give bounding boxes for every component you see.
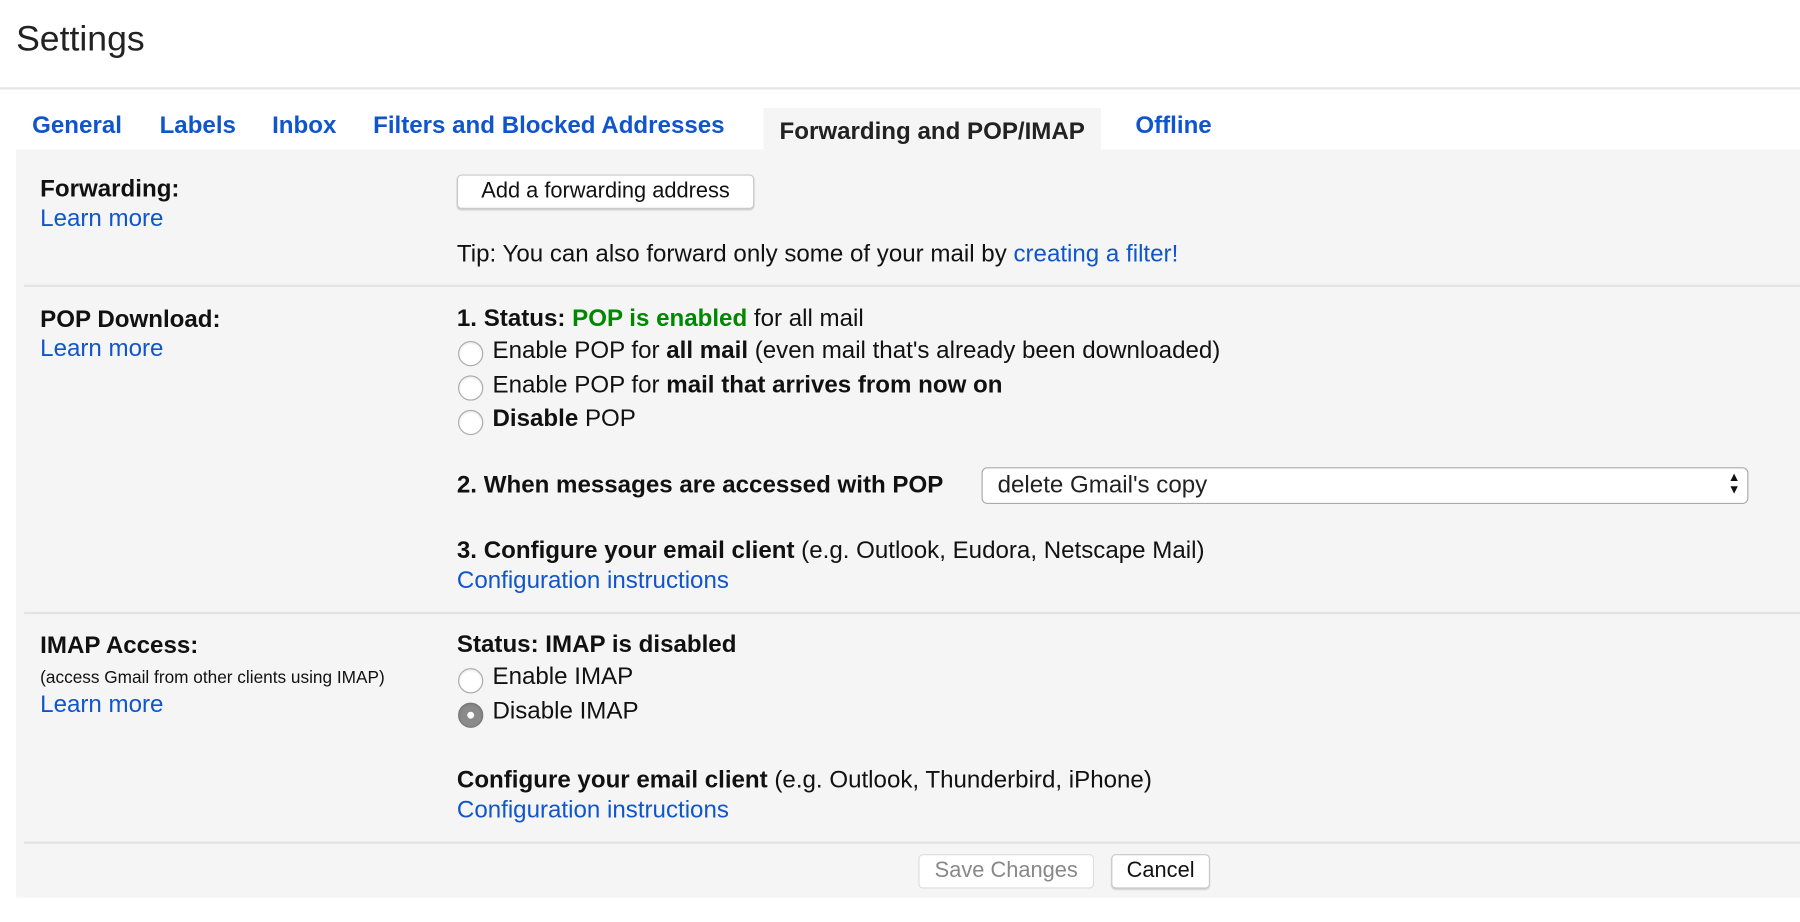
option-bold-text: Disable (492, 405, 579, 432)
configure-examples: (e.g. Outlook, Eudora, Netscape Mail) (794, 537, 1205, 564)
configure-bold: 3. Configure your email client (456, 537, 795, 564)
tab-inbox[interactable]: Inbox (272, 113, 336, 141)
select-arrows-icon: ▲ ▼ (1727, 470, 1741, 498)
imap-learn-more-link[interactable]: Learn more (40, 691, 163, 719)
forwarding-label: Forwarding: (40, 175, 180, 203)
tab-forwarding-pop-imap[interactable]: Forwarding and POP/IMAP (763, 107, 1101, 150)
configure-examples: (e.g. Outlook, Thunderbird, iPhone) (767, 766, 1152, 794)
tab-labels[interactable]: Labels (160, 113, 236, 141)
imap-sublabel: (access Gmail from other clients using I… (40, 668, 385, 688)
pop-access-label: 2. When messages are accessed with POP (456, 471, 944, 499)
creating-filter-link[interactable]: creating a filter! (1013, 241, 1178, 267)
tab-filters[interactable]: Filters and Blocked Addresses (373, 113, 724, 141)
imap-configure-text: Configure your email client (e.g. Outloo… (457, 767, 1152, 795)
imap-disable-radio[interactable] (458, 702, 484, 728)
pop-status-suffix: for all mail (747, 305, 864, 332)
imap-enable-label[interactable]: Enable IMAP (492, 664, 633, 692)
option-text: Enable POP for (492, 337, 667, 364)
pop-disable-label[interactable]: Disable POP (492, 405, 635, 433)
pop-status: 1. Status: POP is enabled for all mail (457, 305, 864, 333)
header-divider (0, 87, 1800, 90)
pop-learn-more-link[interactable]: Learn more (40, 335, 163, 363)
imap-disable-label[interactable]: Disable IMAP (492, 698, 638, 726)
pop-configuration-instructions-link[interactable]: Configuration instructions (457, 567, 729, 595)
pop-configure-text: 3. Configure your email client (e.g. Out… (457, 537, 1205, 565)
section-divider (24, 611, 1800, 615)
tab-offline[interactable]: Offline (1135, 113, 1211, 141)
imap-access-label: IMAP Access: (40, 632, 199, 659)
cancel-button[interactable]: Cancel (1111, 854, 1210, 889)
option-bold-text: mail that arrives from now on (666, 371, 1003, 399)
option-bold-text: all mail (666, 337, 749, 364)
pop-disable-radio[interactable] (458, 409, 484, 436)
section-divider (24, 841, 1800, 844)
imap-status: Status: IMAP is disabled (456, 631, 737, 658)
tip-text: Tip: You can also forward only some of y… (456, 241, 1014, 268)
pop-action-select[interactable]: delete Gmail's copy ▲ ▼ (981, 467, 1749, 504)
pop-all-mail-radio[interactable] (458, 340, 484, 367)
pop-status-value: POP is enabled (572, 305, 748, 332)
forwarding-tip: Tip: You can also forward only some of y… (457, 241, 1178, 269)
pop-from-now-label[interactable]: Enable POP for mail that arrives from no… (492, 372, 1002, 400)
forwarding-learn-more-link[interactable]: Learn more (40, 205, 163, 233)
configure-bold: Configure your email client (456, 766, 768, 794)
tab-general[interactable]: General (32, 113, 122, 141)
pop-action-value: delete Gmail's copy (997, 471, 1208, 499)
save-changes-button[interactable]: Save Changes (918, 854, 1095, 889)
pop-status-prefix: 1. Status: (456, 305, 573, 332)
option-text: Enable POP for (492, 371, 667, 399)
page-title: Settings (16, 18, 145, 59)
option-text: (even mail that's already been downloade… (748, 337, 1221, 364)
imap-configuration-instructions-link[interactable]: Configuration instructions (457, 797, 729, 825)
pop-download-label: POP Download: (40, 306, 221, 333)
option-text: POP (578, 405, 636, 432)
pop-all-mail-label[interactable]: Enable POP for all mail (even mail that'… (492, 338, 1220, 366)
imap-enable-radio[interactable] (458, 668, 484, 694)
section-divider (24, 284, 1800, 287)
pop-from-now-radio[interactable] (458, 375, 484, 401)
add-forwarding-address-button[interactable]: Add a forwarding address (456, 174, 755, 209)
